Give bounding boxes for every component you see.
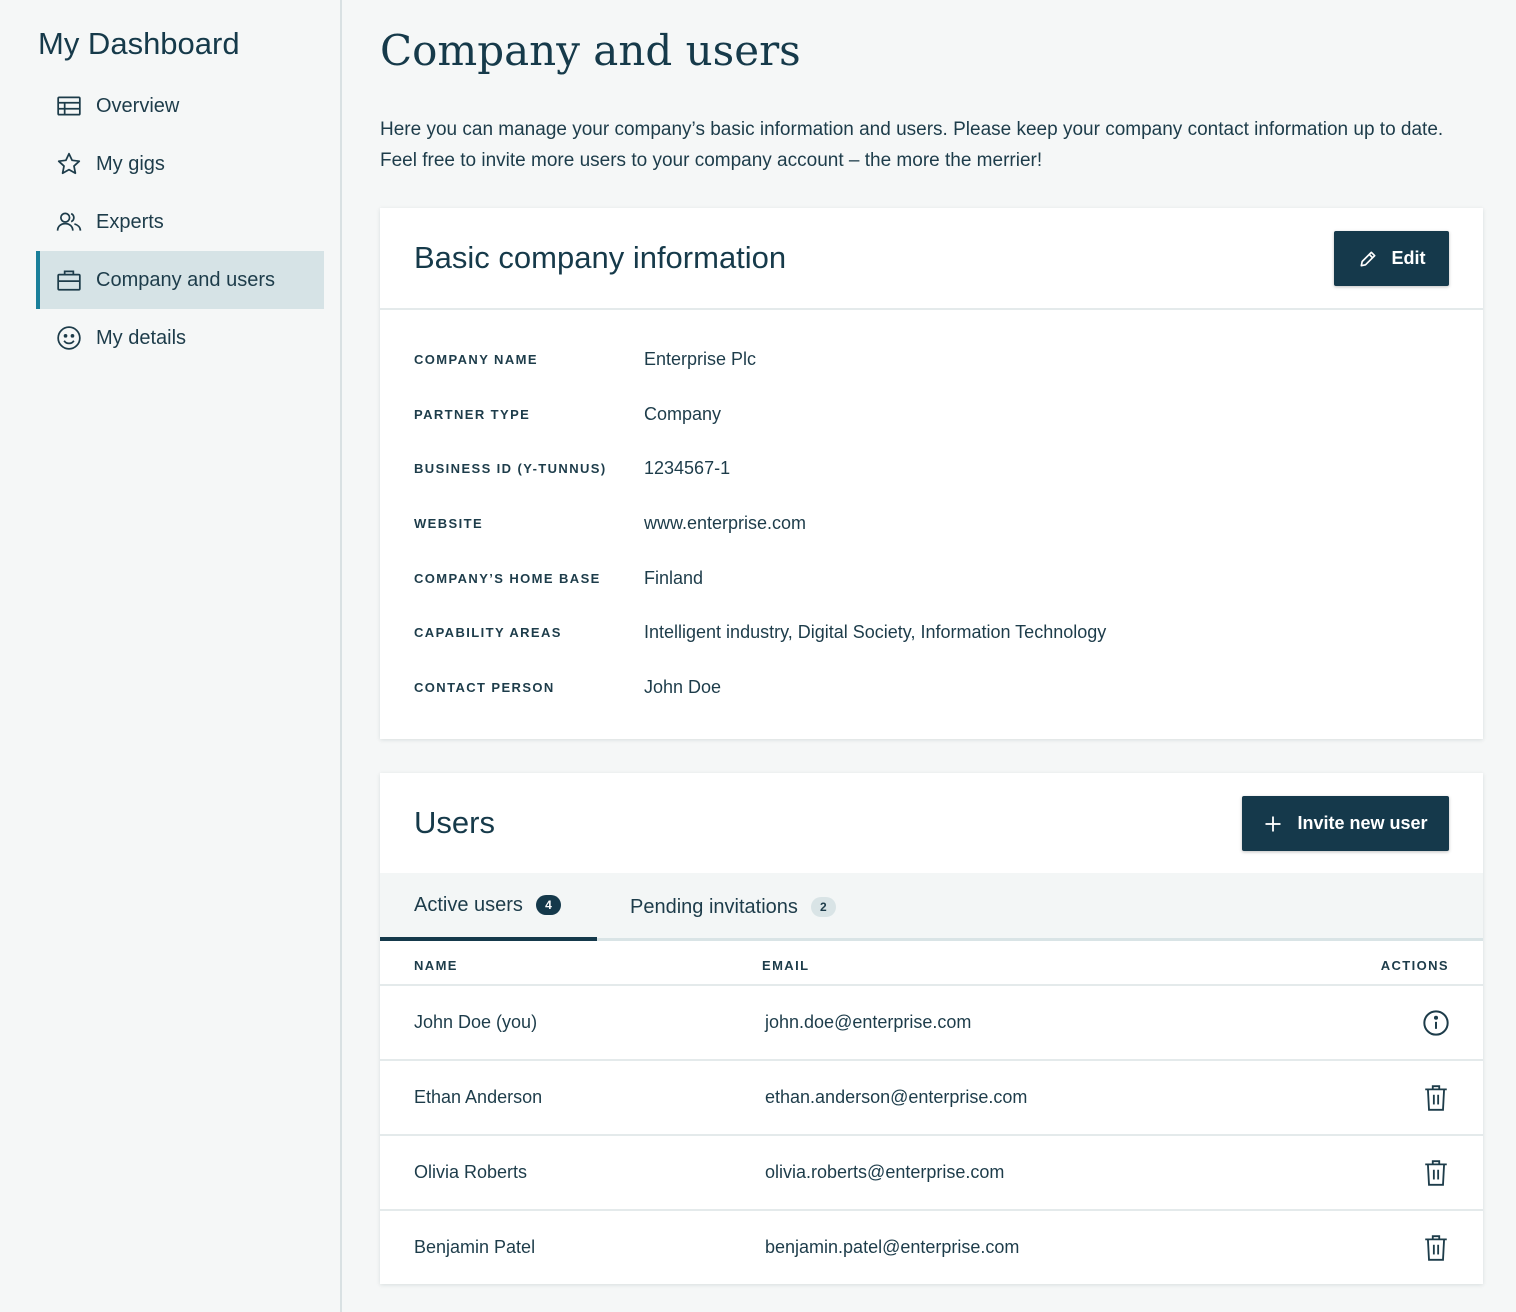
info-row-website: WEBSITE www.enterprise.com [414, 496, 1106, 551]
table-row: Ethan Anderson ethan.anderson@enterprise… [380, 1061, 1483, 1136]
plus-icon [1265, 816, 1281, 831]
info-row-partner-type: PARTNER TYPE Company [414, 387, 1106, 442]
edit-button-label: Edit [1391, 248, 1426, 268]
info-label: COMPANY’S HOME BASE [414, 570, 601, 586]
column-header-actions: ACTIONS [1380, 958, 1449, 973]
column-header-name: NAME [414, 958, 458, 973]
sidebar-item-label: Experts [96, 210, 164, 233]
trash-icon[interactable] [1421, 1158, 1451, 1188]
info-value: John Doe [644, 676, 722, 697]
company-info-title: Basic company information [414, 240, 787, 275]
tab-label: Pending invitations [630, 895, 798, 918]
count-badge: 4 [535, 895, 561, 915]
user-name: Benjamin Patel [414, 1237, 536, 1257]
company-info-header: Basic company information Edit [380, 208, 1483, 310]
invite-new-user-button[interactable]: Invite new user [1242, 796, 1449, 851]
sidebar-item-label: My gigs [96, 152, 165, 175]
company-info-card: Basic company information Edit COMPANY N… [380, 208, 1483, 739]
info-value: Intelligent industry, Digital Society, I… [644, 622, 1107, 643]
sidebar: My Dashboard Overview My gigs Experts Co… [0, 0, 342, 1312]
sidebar-item-my-gigs[interactable]: My gigs [36, 135, 324, 193]
sidebar-item-overview[interactable]: Overview [36, 77, 324, 135]
sidebar-item-label: Overview [96, 94, 180, 117]
user-email: john.doe@enterprise.com [765, 1012, 972, 1032]
user-email: benjamin.patel@enterprise.com [765, 1237, 1020, 1257]
info-icon[interactable] [1421, 1008, 1451, 1038]
sidebar-item-experts[interactable]: Experts [36, 193, 324, 251]
info-label: CAPABILITY AREAS [414, 625, 562, 641]
table-row: John Doe (you) john.doe@enterprise.com [380, 986, 1483, 1061]
table-row: Benjamin Patel benjamin.patel@enterprise… [380, 1211, 1483, 1286]
table-icon [56, 93, 82, 119]
invite-button-label: Invite new user [1297, 813, 1428, 833]
table-row: Olivia Roberts olivia.roberts@enterprise… [380, 1136, 1483, 1211]
sidebar-nav: Overview My gigs Experts Company and use… [36, 77, 324, 367]
sidebar-item-label: Company and users [96, 268, 275, 291]
pencil-icon [1360, 251, 1375, 266]
sidebar-item-company-and-users[interactable]: Company and users [36, 251, 324, 309]
users-tabs: Active users 4 Pending invitations 2 [380, 873, 1483, 941]
info-value: Company [644, 403, 722, 424]
info-row-capability-areas: CAPABILITY AREAS Intelligent industry, D… [414, 605, 1106, 660]
page-intro: Here you can manage your company’s basic… [380, 119, 1444, 171]
users-table-body: John Doe (you) john.doe@enterprise.com E… [380, 986, 1483, 1286]
tab-label: Active users [414, 893, 523, 916]
user-email: olivia.roberts@enterprise.com [765, 1162, 1005, 1182]
star-icon [56, 151, 82, 177]
sidebar-item-label: My details [96, 326, 187, 349]
trash-icon[interactable] [1421, 1083, 1451, 1113]
info-row-contact-person: CONTACT PERSON John Doe [414, 660, 1106, 715]
tab-pending-invitations[interactable]: Pending invitations 2 [630, 873, 836, 941]
info-row-home-base: COMPANY’S HOME BASE Finland [414, 551, 1106, 606]
user-name: John Doe (you) [414, 1012, 538, 1032]
trash-icon[interactable] [1421, 1233, 1451, 1263]
info-row-company-name: COMPANY NAME Enterprise Plc [414, 332, 1106, 387]
info-label: CONTACT PERSON [414, 679, 555, 695]
user-name: Olivia Roberts [414, 1162, 528, 1182]
info-label: WEBSITE [414, 515, 484, 531]
info-label: BUSINESS ID (Y-TUNNUS) [414, 461, 607, 477]
info-label: PARTNER TYPE [414, 406, 531, 422]
users-title: Users [414, 805, 495, 840]
info-value: 1234567-1 [644, 458, 731, 479]
users-card: Users Invite new user Active users 4 Pen… [380, 773, 1483, 1284]
info-value: Enterprise Plc [644, 348, 757, 369]
users-header: Users Invite new user [380, 773, 1483, 873]
briefcase-icon [56, 267, 82, 293]
column-header-email: EMAIL [762, 958, 810, 973]
user-email: ethan.anderson@enterprise.com [765, 1087, 1028, 1107]
smiley-icon [56, 325, 82, 351]
sidebar-item-my-details[interactable]: My details [36, 309, 324, 367]
users-icon [56, 209, 82, 235]
users-table-header: NAME EMAIL ACTIONS [380, 944, 1483, 986]
info-value: www.enterprise.com [644, 512, 807, 533]
page-title: Company and users [380, 26, 801, 75]
count-badge: 2 [810, 897, 836, 917]
sidebar-title: My Dashboard [38, 26, 240, 61]
info-label: COMPANY NAME [414, 351, 538, 367]
tab-active-users[interactable]: Active users 4 [380, 873, 597, 941]
user-name: Ethan Anderson [414, 1087, 543, 1107]
company-info-list: COMPANY NAME Enterprise Plc PARTNER TYPE… [414, 332, 1106, 715]
info-row-business-id: BUSINESS ID (Y-TUNNUS) 1234567-1 [414, 441, 1106, 496]
edit-button[interactable]: Edit [1334, 231, 1449, 286]
info-value: Finland [644, 567, 704, 588]
